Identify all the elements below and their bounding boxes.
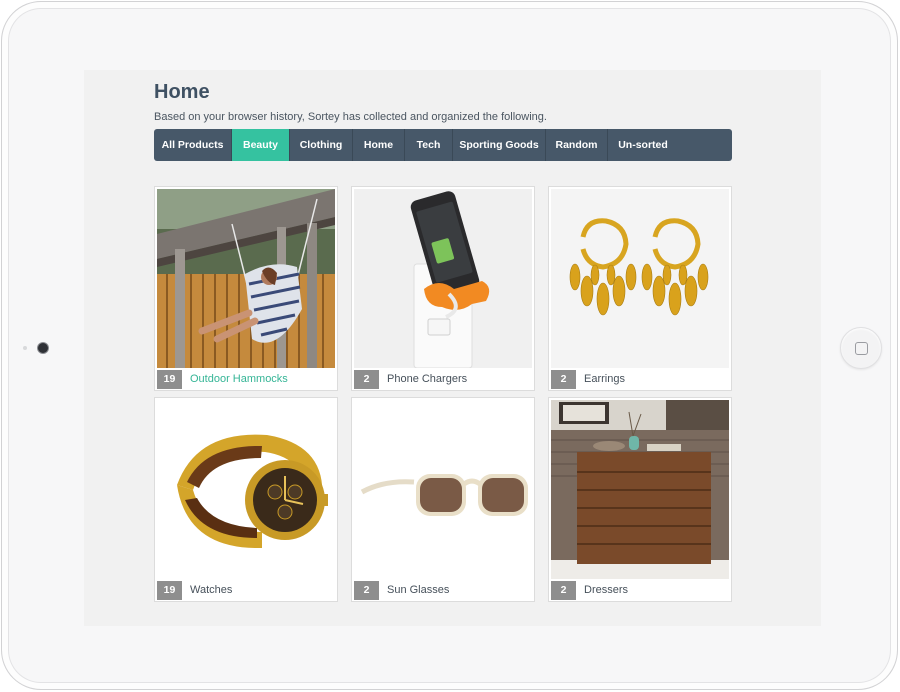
- home-button-icon: [855, 342, 868, 355]
- product-count-badge: 2: [354, 581, 379, 600]
- tab-clothing[interactable]: Clothing: [290, 129, 353, 161]
- product-count-badge: 2: [551, 581, 576, 600]
- product-card-sun-glasses[interactable]: 2 Sun Glasses: [351, 397, 535, 602]
- dresser-photo: [551, 400, 729, 579]
- front-camera: [38, 343, 48, 353]
- sensor-dot: [23, 346, 27, 350]
- product-label[interactable]: Phone Chargers: [387, 370, 467, 389]
- product-count-badge: 2: [354, 370, 379, 389]
- product-count-badge: 2: [551, 370, 576, 389]
- sunglasses-photo: [354, 400, 532, 579]
- product-label[interactable]: Dressers: [584, 581, 628, 600]
- product-label[interactable]: Watches: [190, 581, 232, 600]
- product-card-watches[interactable]: 19 Watches: [154, 397, 338, 602]
- tablet-frame: Home Based on your browser history, Sort…: [1, 1, 898, 690]
- screen: Home Based on your browser history, Sort…: [84, 70, 821, 626]
- page-subtitle: Based on your browser history, Sortey ha…: [154, 111, 547, 123]
- tab-home[interactable]: Home: [353, 129, 405, 161]
- tab-all-products[interactable]: All Products: [154, 129, 232, 161]
- product-card-phone-chargers[interactable]: 2 Phone Chargers: [351, 186, 535, 391]
- tab-un-sorted[interactable]: Un-sorted: [608, 129, 678, 161]
- hammock-photo: [157, 189, 335, 368]
- product-count-badge: 19: [157, 581, 182, 600]
- tab-beauty[interactable]: Beauty: [232, 129, 290, 161]
- product-card-earrings[interactable]: 2 Earrings: [548, 186, 732, 391]
- earrings-photo: [551, 189, 729, 368]
- product-card-dressers[interactable]: 2 Dressers: [548, 397, 732, 602]
- tab-sporting-goods[interactable]: Sporting Goods: [453, 129, 546, 161]
- product-label[interactable]: Outdoor Hammocks: [190, 370, 288, 389]
- product-label[interactable]: Earrings: [584, 370, 625, 389]
- tab-random[interactable]: Random: [546, 129, 608, 161]
- phone-charger-photo: [354, 189, 532, 368]
- tab-tech[interactable]: Tech: [405, 129, 453, 161]
- product-card-outdoor-hammocks[interactable]: 19 Outdoor Hammocks: [154, 186, 338, 391]
- product-count-badge: 19: [157, 370, 182, 389]
- watch-photo: [157, 400, 335, 579]
- category-nav: All Products Beauty Clothing Home Tech S…: [154, 129, 732, 161]
- home-button[interactable]: [840, 327, 882, 369]
- page-title: Home: [154, 81, 210, 103]
- product-label[interactable]: Sun Glasses: [387, 581, 449, 600]
